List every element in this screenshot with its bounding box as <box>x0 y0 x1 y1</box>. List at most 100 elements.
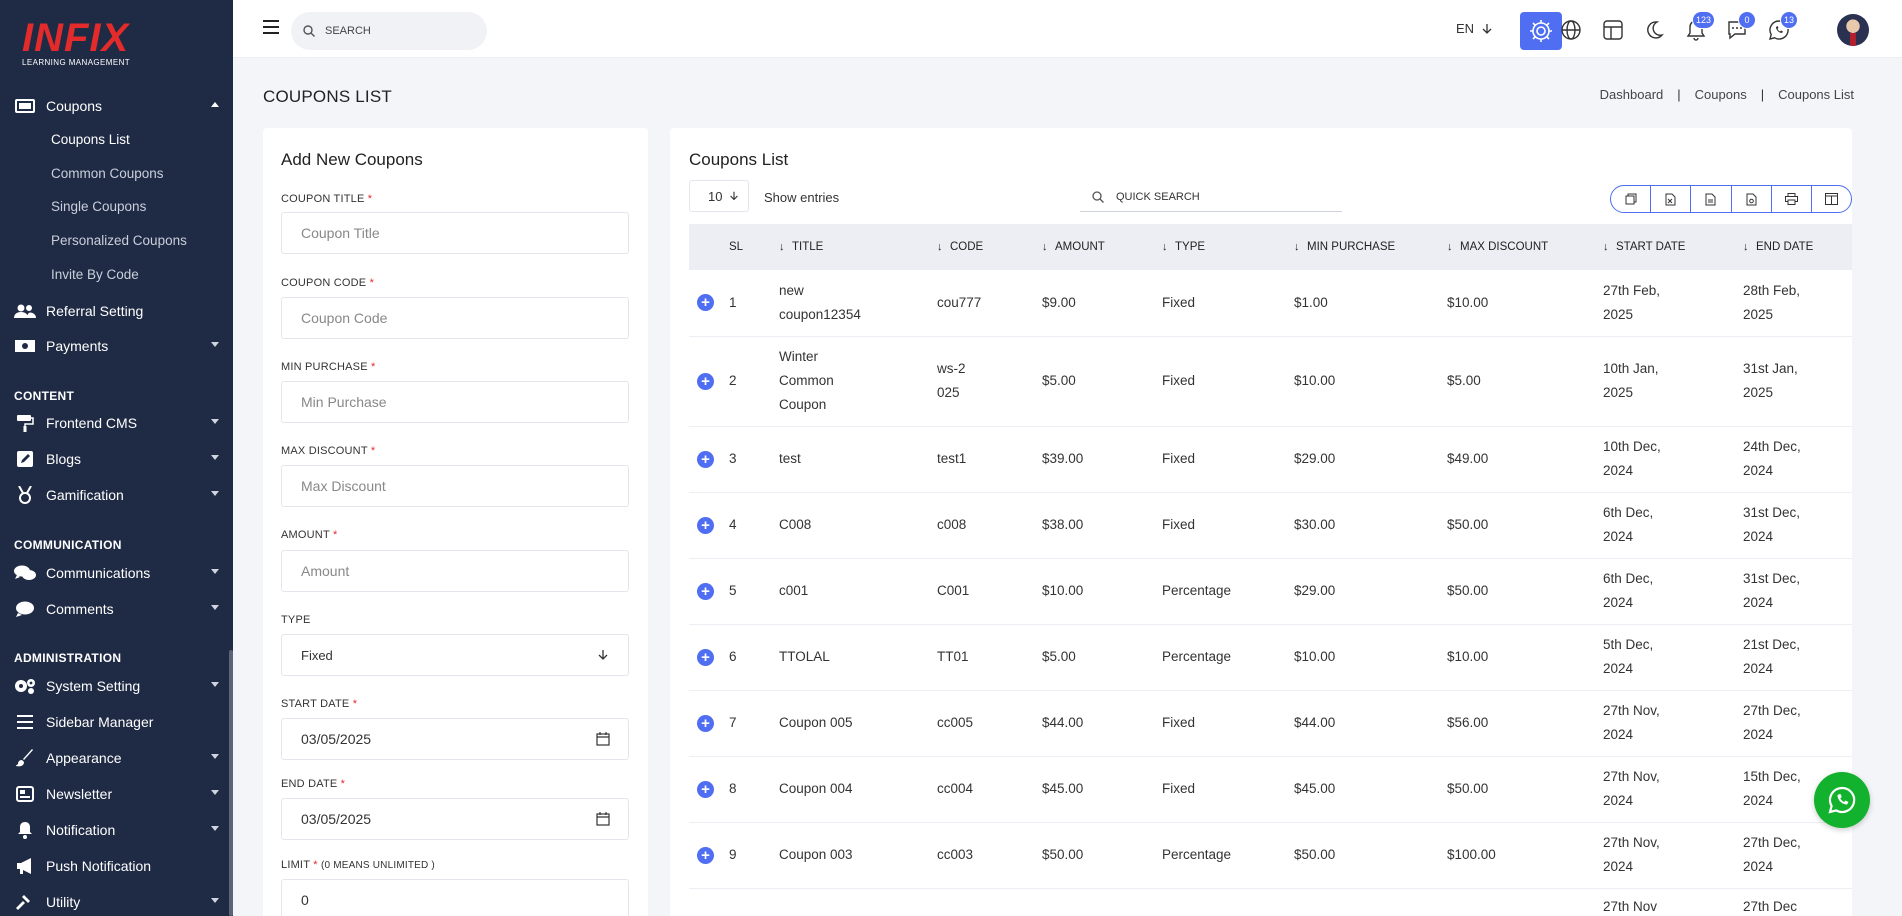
table-row[interactable]: + 7 Coupon 005 cc005 $44.00 Fixed $44.00… <box>689 690 1852 757</box>
max-discount-label: MAX DISCOUNT * <box>281 445 376 457</box>
notifications-button[interactable]: 123 <box>1681 11 1715 45</box>
quick-search-input[interactable]: QUICK SEARCH <box>1080 182 1342 212</box>
column-header-type[interactable]: ↓ TYPE <box>1162 224 1294 270</box>
sidebar-item-coupons[interactable]: Coupons <box>14 93 219 119</box>
file-text-icon <box>1705 193 1716 205</box>
copy-button[interactable] <box>1611 186 1652 212</box>
messages-button[interactable]: 0 <box>1722 11 1756 45</box>
sidebar-item-payments[interactable]: Payments <box>14 333 219 359</box>
expand-row-icon[interactable]: + <box>697 582 714 600</box>
column-header-max-discount[interactable]: ↓ MAX DISCOUNT <box>1447 224 1603 270</box>
csv-button[interactable] <box>1691 186 1732 212</box>
cell-min-purchase: $10.00 <box>1294 336 1447 427</box>
sidebar-item-newsletter[interactable]: Newsletter <box>14 781 219 807</box>
table-row[interactable]: + 4 C008 c008 $38.00 Fixed $30.00 $50.00… <box>689 492 1852 559</box>
table-row[interactable]: + 9 Coupon 003 cc003 $50.00 Percentage $… <box>689 822 1852 889</box>
breadcrumb-dashboard[interactable]: Dashboard <box>1600 87 1664 102</box>
logo[interactable]: INFIX LEARNING MANAGEMENT <box>22 18 142 70</box>
expand-row-icon[interactable]: + <box>697 846 714 864</box>
language-selector[interactable]: EN <box>1456 21 1494 36</box>
chevron-down-icon <box>211 754 219 759</box>
expand-row-icon[interactable]: + <box>697 450 714 468</box>
sidebar-subitem-single-coupons[interactable]: Single Coupons <box>51 199 146 214</box>
dark-mode-button[interactable] <box>1639 15 1669 45</box>
min-purchase-input[interactable]: Min Purchase <box>281 381 629 423</box>
whatsapp-chat-button[interactable] <box>1814 772 1870 828</box>
table-row[interactable]: + 6 TTOLAL TT01 $5.00 Percentage $10.00 … <box>689 624 1852 691</box>
sidebar-item-utility[interactable]: Utility <box>14 889 219 915</box>
max-discount-input[interactable]: Max Discount <box>281 465 629 507</box>
start-date-input[interactable]: 03/05/2025 <box>281 718 629 760</box>
column-header-amount[interactable]: ↓ AMOUNT <box>1042 224 1162 270</box>
sidebar-scrollbar[interactable] <box>229 650 233 916</box>
breadcrumb-coupons[interactable]: Coupons <box>1695 87 1747 102</box>
gears-icon <box>14 677 36 695</box>
cell-code: C001 <box>937 558 1042 625</box>
column-header-end-date[interactable]: ↓ END DATE <box>1743 224 1852 270</box>
excel-button[interactable] <box>1651 186 1692 212</box>
column-header-expand <box>689 224 729 270</box>
cell-start-date: 27th Nov, 2024 <box>1603 690 1743 757</box>
menu-toggle-icon[interactable] <box>263 20 279 34</box>
expand-row-icon[interactable]: + <box>697 372 714 390</box>
sidebar-item-sidebar-manager[interactable]: Sidebar Manager <box>14 709 219 735</box>
expand-row-icon[interactable]: + <box>697 648 714 666</box>
column-header-min-purchase[interactable]: ↓ MIN PURCHASE <box>1294 224 1447 270</box>
globe-button[interactable] <box>1556 15 1586 45</box>
cell-max-discount: $5.00 <box>1447 336 1603 427</box>
pdf-button[interactable] <box>1732 186 1772 212</box>
sidebar-subitem-coupons-list[interactable]: Coupons List <box>51 132 130 147</box>
sidebar-subitem-personalized-coupons[interactable]: Personalized Coupons <box>51 233 187 248</box>
sidebar-item-frontend-cms[interactable]: Frontend CMS <box>14 410 219 436</box>
entries-select[interactable]: 10 <box>689 180 749 212</box>
table-row[interactable]: + 2 Winter Common Coupon ws-2025 $5.00 F… <box>689 336 1852 427</box>
cell-amount: $45.00 <box>1042 756 1162 823</box>
cell-max-discount: $50.00 <box>1447 756 1603 823</box>
column-header-start-date[interactable]: ↓ START DATE <box>1603 224 1743 270</box>
sidebar-subitem-invite-by-code[interactable]: Invite By Code <box>51 267 139 282</box>
chevron-down-icon <box>211 682 219 687</box>
sidebar-item-notification[interactable]: Notification <box>14 817 219 843</box>
sidebar-item-push-notification[interactable]: Push Notification <box>14 853 219 879</box>
cell-type: Percentage <box>1162 558 1294 625</box>
expand-row-icon[interactable]: + <box>697 294 714 312</box>
coupon-code-input[interactable]: Coupon Code <box>281 297 629 339</box>
sidebar-item-communications[interactable]: Communications <box>14 560 219 586</box>
type-select[interactable]: Fixed <box>281 634 629 676</box>
table-row[interactable]: + 5 c001 C001 $10.00 Percentage $29.00 $… <box>689 558 1852 625</box>
table-row[interactable]: 27th Nov 27th Dec <box>689 888 1852 916</box>
user-avatar[interactable] <box>1837 14 1869 46</box>
sidebar-item-system-setting[interactable]: System Setting <box>14 673 219 699</box>
columns-button[interactable] <box>1812 186 1851 212</box>
table-row[interactable]: + 3 test test1 $39.00 Fixed $29.00 $49.0… <box>689 426 1852 493</box>
column-header-title[interactable]: ↓ TITLE <box>779 224 937 270</box>
sidebar-item-gamification[interactable]: Gamification <box>14 482 219 508</box>
chevron-down-icon <box>211 419 219 424</box>
expand-row-icon[interactable]: + <box>697 780 714 798</box>
sidebar-item-comments[interactable]: Comments <box>14 596 219 622</box>
print-button[interactable] <box>1772 186 1812 212</box>
table-row[interactable]: + 8 Coupon 004 cc004 $45.00 Fixed $45.00… <box>689 756 1852 823</box>
global-search-input[interactable]: SEARCH <box>291 12 487 50</box>
calendar-icon[interactable] <box>596 732 610 746</box>
cell-min-purchase: $45.00 <box>1294 756 1447 823</box>
limit-input[interactable]: 0 <box>281 879 629 916</box>
chip-icon <box>1530 20 1552 42</box>
end-date-input[interactable]: 03/05/2025 <box>281 798 629 840</box>
table-row[interactable]: + 1 new coupon12354 cou777 $9.00 Fixed $… <box>689 270 1852 337</box>
column-header-code[interactable]: ↓ CODE <box>937 224 1042 270</box>
sidebar-item-blogs[interactable]: Blogs <box>14 446 219 472</box>
chevron-down-icon <box>211 569 219 574</box>
sidebar-item-appearance[interactable]: Appearance <box>14 745 219 771</box>
expand-row-icon[interactable]: + <box>697 516 714 534</box>
column-header-sl[interactable]: SL <box>729 224 779 270</box>
sidebar-item-referral-setting[interactable]: Referral Setting <box>14 298 219 324</box>
sidebar-subitem-common-coupons[interactable]: Common Coupons <box>51 166 164 181</box>
coupon-title-input[interactable]: Coupon Title <box>281 212 629 254</box>
layout-button[interactable] <box>1598 15 1628 45</box>
expand-row-icon[interactable]: + <box>697 714 714 732</box>
whatsapp-button[interactable]: 13 <box>1764 11 1798 45</box>
money-icon <box>14 337 36 355</box>
calendar-icon[interactable] <box>596 812 610 826</box>
amount-input[interactable]: Amount <box>281 550 629 592</box>
